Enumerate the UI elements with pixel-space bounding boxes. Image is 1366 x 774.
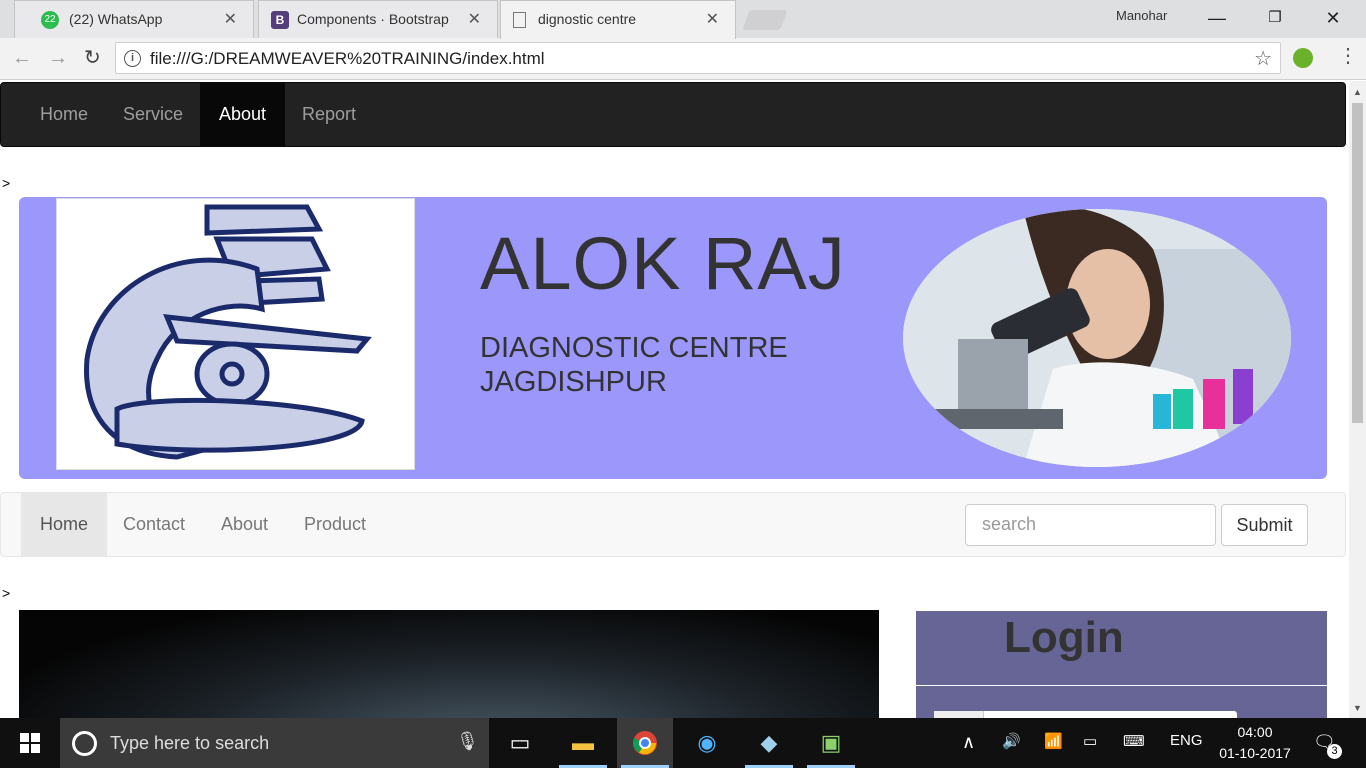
- banner-subtitle-line1: DIAGNOSTIC CENTRE: [480, 332, 788, 364]
- star-icon[interactable]: ☆: [1254, 46, 1272, 71]
- chevron-up-icon[interactable]: ∧: [962, 732, 975, 753]
- back-icon[interactable]: ←: [12, 48, 32, 68]
- wifi-icon[interactable]: 📶: [1044, 732, 1063, 750]
- restore-icon[interactable]: ❐: [1255, 6, 1295, 30]
- scrollbar-thumb[interactable]: [1352, 103, 1363, 423]
- globe-app-icon[interactable]: ◉: [679, 718, 735, 768]
- header-banner: ALOK RAJ DIAGNOSTIC CENTRE JAGDISHPUR: [19, 197, 1327, 479]
- editor-icon[interactable]: ▣: [803, 718, 859, 768]
- microscope-logo: [56, 198, 415, 470]
- notepad-icon[interactable]: ◆: [741, 718, 797, 768]
- close-icon[interactable]: ✕: [706, 9, 719, 29]
- forward-icon[interactable]: →: [48, 48, 68, 68]
- stray-marker: >: [2, 175, 11, 191]
- chrome-icon[interactable]: [617, 718, 673, 768]
- user-icon: [934, 711, 984, 718]
- top-nav-home[interactable]: Home: [21, 83, 107, 146]
- stray-marker: >: [2, 585, 11, 601]
- sub-nav-about[interactable]: About: [202, 493, 287, 556]
- page-scrollbar[interactable]: ▲ ▼: [1349, 81, 1366, 718]
- clock-time: 04:00: [1237, 724, 1273, 740]
- taskbar-search-text[interactable]: Type here to search: [110, 733, 269, 754]
- new-tab-button[interactable]: [742, 10, 788, 30]
- tab-dignostic-centre[interactable]: dignostic centre ✕: [500, 0, 736, 39]
- top-navbar: Home Service About Report: [0, 82, 1346, 147]
- login-panel: Login: [916, 611, 1327, 718]
- taskbar: Type here to search 🎙 ▭ ▬ ◉ ◆ ▣ ∧ 🔊 📶 ▭ …: [0, 718, 1366, 768]
- scroll-up-icon[interactable]: ▲: [1353, 87, 1362, 97]
- scroll-down-icon[interactable]: ▼: [1353, 703, 1362, 713]
- page-icon: [513, 12, 526, 28]
- microphone-icon[interactable]: 🎙: [456, 731, 479, 752]
- clock-date: 01-10-2017: [1219, 745, 1291, 761]
- tab-title: (22) WhatsApp: [69, 11, 163, 27]
- tab-title: dignostic centre: [538, 11, 637, 27]
- sub-nav-product[interactable]: Product: [285, 493, 385, 556]
- top-nav-service[interactable]: Service: [104, 83, 202, 146]
- top-nav-report[interactable]: Report: [283, 83, 375, 146]
- hero-image: [19, 610, 879, 718]
- banner-subtitle-line2: JAGDISHPUR: [480, 366, 667, 398]
- sub-nav-home[interactable]: Home: [21, 493, 108, 556]
- cortana-icon[interactable]: [72, 731, 97, 756]
- submit-button[interactable]: Submit: [1221, 504, 1308, 546]
- notification-count: 3: [1327, 744, 1342, 759]
- secondary-navbar: Home Contact About Product search Submit: [0, 492, 1346, 557]
- minimize-icon[interactable]: —: [1197, 6, 1237, 30]
- language-indicator[interactable]: ENG: [1170, 732, 1203, 749]
- task-view-icon[interactable]: ▭: [492, 718, 548, 768]
- extension-icon[interactable]: [1293, 48, 1313, 68]
- scientist-photo: [903, 209, 1291, 467]
- windows-start-icon[interactable]: [2, 718, 58, 768]
- keyboard-icon[interactable]: ⌨: [1123, 732, 1145, 750]
- url-text[interactable]: file:///G:/DREAMWEAVER%20TRAINING/index.…: [150, 49, 545, 69]
- tab-title: Components · Bootstrap: [297, 11, 449, 27]
- reload-icon[interactable]: ↻: [84, 48, 101, 68]
- tab-bootstrap[interactable]: B Components · Bootstrap ✕: [258, 0, 498, 38]
- search-input[interactable]: search: [965, 504, 1216, 546]
- banner-subtitle: DIAGNOSTIC CENTRE JAGDISHPUR: [480, 331, 880, 399]
- username-field[interactable]: [934, 711, 1237, 718]
- whatsapp-icon: 22: [41, 11, 59, 29]
- address-bar[interactable]: i file:///G:/DREAMWEAVER%20TRAINING/inde…: [115, 42, 1281, 74]
- profile-name[interactable]: Manohar: [1116, 8, 1167, 23]
- clock[interactable]: 04:00 01-10-2017: [1216, 722, 1294, 764]
- tab-whatsapp[interactable]: 22 (22) WhatsApp ✕: [14, 0, 254, 38]
- browser-toolbar: ← → ↻ i file:///G:/DREAMWEAVER%20TRAININ…: [0, 38, 1366, 80]
- login-heading: Login: [1004, 613, 1124, 662]
- top-nav-about[interactable]: About: [200, 83, 286, 146]
- divider: [916, 685, 1327, 686]
- microscope-icon: [84, 204, 372, 460]
- volume-icon[interactable]: 🔊: [1002, 732, 1021, 750]
- bootstrap-icon: B: [271, 11, 289, 29]
- page-viewport: > Home Service About Report > ALOK R: [0, 81, 1349, 718]
- info-icon[interactable]: i: [124, 50, 141, 67]
- battery-icon[interactable]: ▭: [1083, 732, 1097, 750]
- close-window-icon[interactable]: ✕: [1313, 6, 1353, 30]
- sub-nav-contact[interactable]: Contact: [104, 493, 204, 556]
- menu-icon[interactable]: ⋮: [1338, 46, 1358, 66]
- close-icon[interactable]: ✕: [468, 9, 481, 29]
- tab-strip: 22 (22) WhatsApp ✕ B Components · Bootst…: [0, 0, 1366, 39]
- taskbar-search[interactable]: Type here to search 🎙: [60, 718, 489, 768]
- file-explorer-icon[interactable]: ▬: [555, 718, 611, 768]
- scientist-with-microscope-image: [903, 209, 1291, 467]
- banner-title: ALOK RAJ: [480, 222, 846, 305]
- close-icon[interactable]: ✕: [224, 9, 237, 29]
